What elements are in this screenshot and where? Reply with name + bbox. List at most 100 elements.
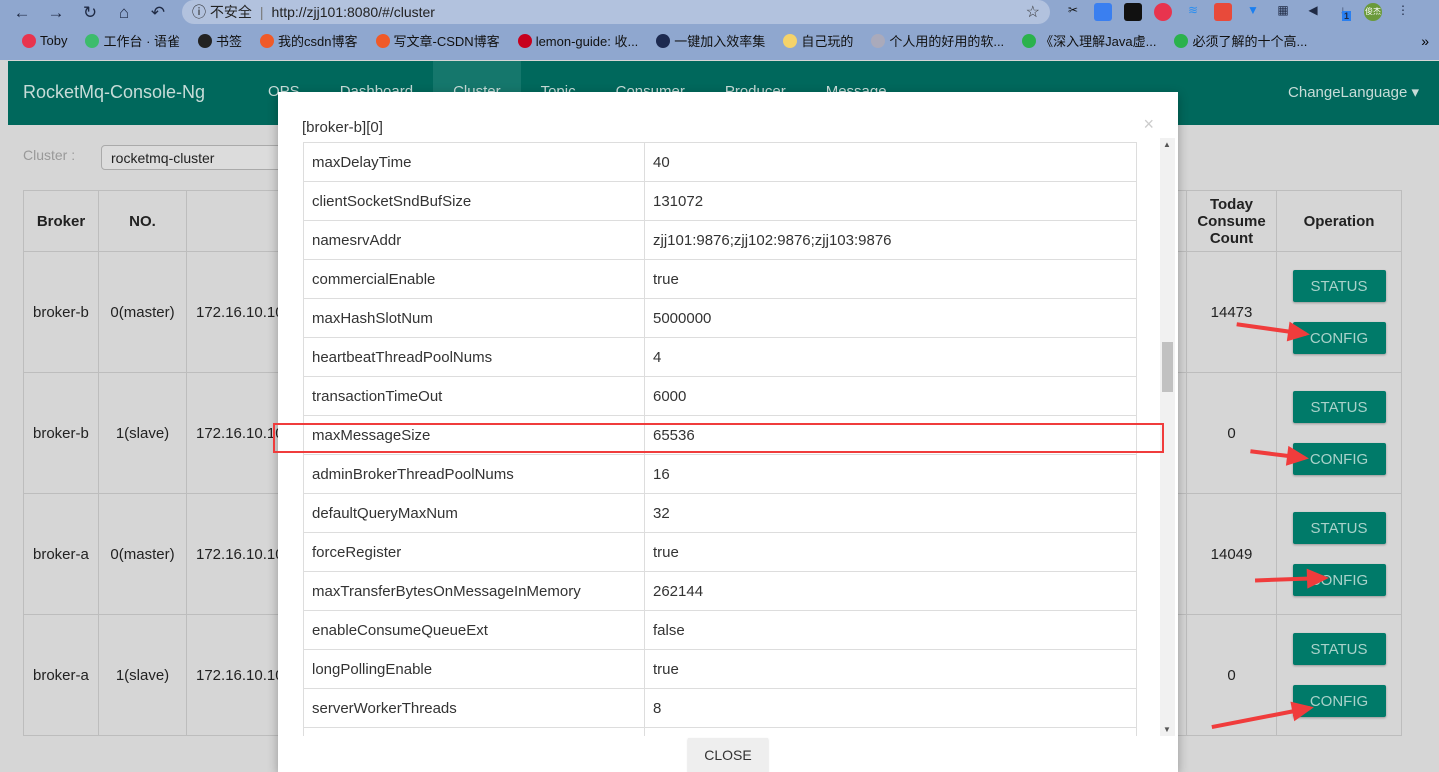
- url-text[interactable]: http://zjj101:8080/#/cluster: [272, 4, 435, 20]
- config-value: 262144: [644, 571, 1137, 611]
- config-key: clientSocketSndBufSize: [303, 181, 645, 221]
- status-button[interactable]: STATUS: [1292, 391, 1386, 423]
- broker-name: broker-a: [23, 614, 99, 736]
- change-language-dropdown[interactable]: ChangeLanguage ▾: [1288, 83, 1419, 101]
- column-header: Broker: [23, 190, 99, 252]
- config-row: transactionTimeOut 6000: [303, 376, 1137, 416]
- bookmark-icon: [1174, 33, 1189, 48]
- close-button[interactable]: CLOSE: [688, 738, 768, 772]
- bookmark-item[interactable]: 个人用的好用的软...: [871, 31, 1004, 50]
- config-value: true: [644, 532, 1137, 572]
- bookmark-icon: [260, 33, 275, 48]
- security-label: 不安全: [209, 4, 252, 20]
- config-key: adminBrokerThreadPoolNums: [303, 454, 645, 494]
- bookmark-item[interactable]: 自己玩的: [783, 31, 853, 50]
- config-row: heartbeatThreadPoolNums 4: [303, 337, 1137, 377]
- bookmark-item[interactable]: Toby: [22, 31, 67, 50]
- home-icon[interactable]: ⌂: [114, 3, 134, 23]
- config-row: serverWorkerThreads 8: [303, 688, 1137, 728]
- forward-icon[interactable]: →: [46, 3, 66, 23]
- broker-no: 0(master): [98, 493, 187, 615]
- config-row: longPollingEnable true: [303, 649, 1137, 689]
- config-value: 5000000: [644, 298, 1137, 338]
- scrollbar-thumb[interactable]: [1162, 342, 1173, 392]
- bookmark-icon: [1022, 33, 1037, 48]
- config-key: transactionTimeOut: [303, 376, 645, 416]
- bookmark-icon: [198, 33, 213, 48]
- broker-name: broker-a: [23, 493, 99, 615]
- bookmark-item[interactable]: 写文章-CSDN博客: [375, 31, 500, 50]
- config-value: 16: [644, 454, 1137, 494]
- config-row: forceRegister true: [303, 532, 1137, 572]
- config-value: 40: [644, 142, 1137, 182]
- bookmark-item[interactable]: 必须了解的十个高...: [1174, 31, 1307, 50]
- bookmark-label: 写文章-CSDN博客: [393, 34, 500, 49]
- info-icon[interactable]: ⓘ: [192, 2, 210, 22]
- config-value: zjj101:9876;zjj102:9876;zjj103:9876: [644, 220, 1137, 260]
- bookmark-label: lemon-guide: 收...: [535, 34, 639, 49]
- wifi-icon[interactable]: ≋: [1184, 3, 1202, 21]
- bookmark-item[interactable]: 《深入理解Java虚...: [1022, 31, 1156, 50]
- config-key: longPollingEnable: [303, 649, 645, 689]
- config-value: 131072: [644, 181, 1137, 221]
- bookmark-label: 《深入理解Java虚...: [1040, 34, 1157, 49]
- config-row: maxTransferBytesOnMessageInMemory 262144: [303, 571, 1137, 611]
- scroll-up-icon[interactable]: ▲: [1163, 140, 1171, 149]
- more-bookmarks[interactable]: »: [1421, 33, 1429, 49]
- grid-icon[interactable]: ▦: [1274, 3, 1292, 21]
- scissors-icon[interactable]: ✂: [1064, 3, 1082, 21]
- status-button[interactable]: STATUS: [1292, 512, 1386, 544]
- config-value: [644, 727, 1137, 736]
- bookmark-icon: [375, 33, 390, 48]
- bookmark-star-icon[interactable]: ☆: [1026, 2, 1040, 22]
- brand[interactable]: RocketMq-Console-Ng: [23, 82, 205, 103]
- config-key: commercialEnable: [303, 259, 645, 299]
- extension-icon[interactable]: [1154, 3, 1172, 21]
- config-row: maxDelayTime 40: [303, 142, 1137, 182]
- extension-icon[interactable]: [1124, 3, 1142, 21]
- modal-title: [broker-b][0]: [302, 119, 383, 136]
- config-row: namesrvAddr zjj101:9876;zjj102:9876;zjj10…: [303, 220, 1137, 260]
- scroll-down-icon[interactable]: ▼: [1163, 725, 1171, 734]
- bookmark-icon: [85, 33, 100, 48]
- status-button[interactable]: STATUS: [1292, 270, 1386, 302]
- download-icon[interactable]: ↓ 1: [1334, 3, 1352, 21]
- config-row: enableConsumeQueueExt false: [303, 610, 1137, 650]
- close-icon[interactable]: ×: [1143, 114, 1154, 135]
- extension-icon[interactable]: ▼: [1244, 3, 1262, 21]
- config-key: serverWorkerThreads: [303, 688, 645, 728]
- bookmark-item[interactable]: 一键加入效率集: [656, 31, 765, 50]
- config-value: 4: [644, 337, 1137, 377]
- reload-icon[interactable]: ↻: [80, 3, 100, 23]
- menu-icon[interactable]: ⋮: [1394, 3, 1412, 21]
- back-icon[interactable]: ←: [12, 3, 32, 23]
- broker-no: 0(master): [98, 251, 187, 373]
- config-value: true: [644, 649, 1137, 689]
- bookmark-label: 自己玩的: [801, 34, 854, 49]
- speaker-icon[interactable]: ◀: [1304, 3, 1322, 21]
- bookmark-item[interactable]: 工作台 · 语雀: [85, 31, 180, 50]
- bookmark-item[interactable]: 书签: [198, 31, 242, 50]
- consume-count: 14473: [1186, 251, 1277, 373]
- avatar[interactable]: 俊杰: [1364, 3, 1382, 21]
- bookmark-label: 书签: [216, 34, 243, 49]
- browser-chrome: ← → ↻ ⌂ ↶ ⓘ 不安全 | http://zjj101:8080/#/c…: [0, 0, 1439, 60]
- broker-name: broker-b: [23, 251, 99, 373]
- config-key: maxHashSlotNum: [303, 298, 645, 338]
- bookmark-item[interactable]: 我的csdn博客: [260, 31, 358, 50]
- bookmarks-bar: Toby 工作台 · 语雀 书签 我的csdn博客 写文章-CSDN博客 lemon-gu…: [22, 31, 1307, 50]
- config-key: heartbeatThreadPoolNums: [303, 337, 645, 377]
- bookmark-item[interactable]: lemon-guide: 收...: [517, 31, 639, 50]
- bookmark-label: 工作台 · 语雀: [103, 34, 181, 49]
- bookmark-icon: [783, 33, 798, 48]
- bookmark-icon: [517, 33, 532, 48]
- highlight-box: [273, 423, 1164, 453]
- extension-icon[interactable]: [1094, 3, 1112, 21]
- bookmark-label: 个人用的好用的软...: [889, 34, 1005, 49]
- status-button[interactable]: STATUS: [1292, 633, 1386, 665]
- extension-icon[interactable]: [1214, 3, 1232, 21]
- column-header: NO.: [98, 190, 187, 252]
- undo-icon[interactable]: ↶: [148, 3, 168, 23]
- config-key: namesrvAddr: [303, 220, 645, 260]
- address-bar[interactable]: ⓘ 不安全 | http://zjj101:8080/#/cluster ☆: [182, 0, 1050, 24]
